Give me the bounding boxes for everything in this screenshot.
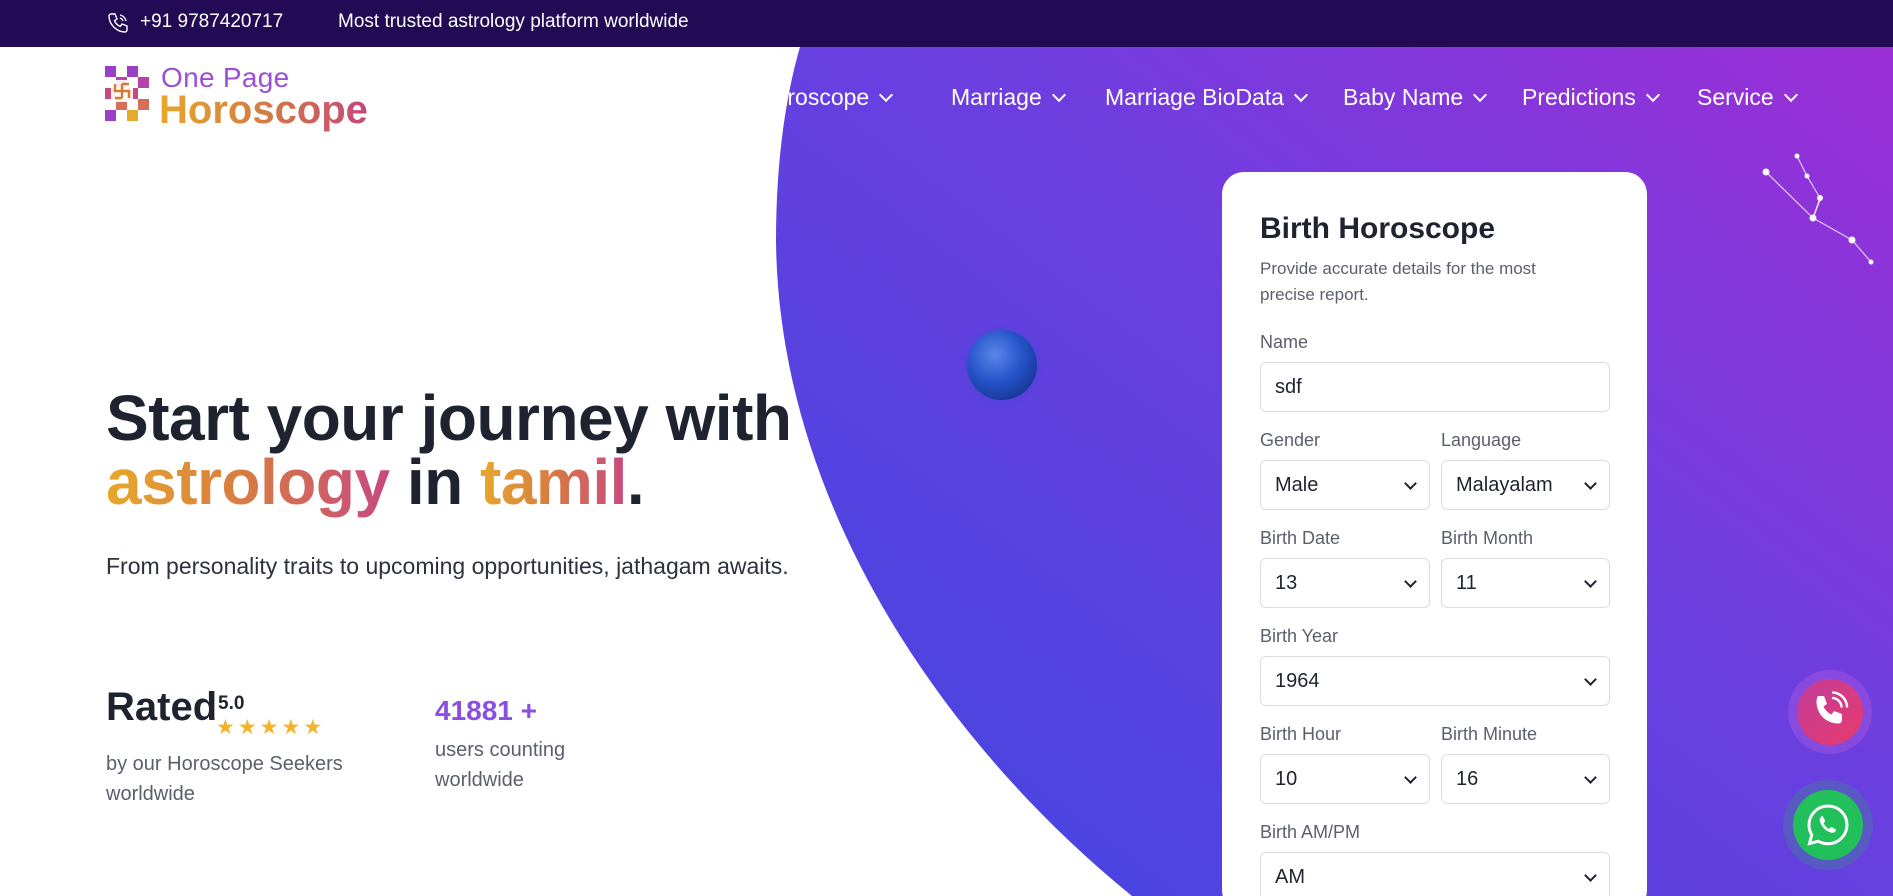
- users-count: 41881 +: [435, 695, 537, 726]
- birth-ampm-label: Birth AM/PM: [1260, 822, 1361, 842]
- form-title: Birth Horoscope: [1260, 212, 1496, 245]
- star-icon: ★: [259, 716, 279, 739]
- chevron-down-icon: [1584, 575, 1597, 588]
- tagline-text: Most trusted astrology platform worldwid…: [338, 11, 689, 32]
- star-icon: ★: [281, 716, 301, 739]
- birth-year-label: Birth Year: [1260, 626, 1339, 646]
- nav-label: Service: [1697, 84, 1774, 110]
- birth-hour-select[interactable]: 10: [1260, 754, 1430, 804]
- nav-item-marriage-biodata[interactable]: Marriage BioData: [1105, 84, 1309, 111]
- nav-label: Marriage: [951, 84, 1042, 110]
- nav-label: Baby Name: [1343, 84, 1464, 110]
- birth-date-select[interactable]: 13: [1260, 558, 1430, 608]
- rating-stars: ★ ★ ★ ★ ★: [216, 715, 325, 740]
- hero-highlight-tamil: tamil: [480, 446, 627, 518]
- form-subtitle: Provide accurate details for the most pr…: [1260, 259, 1536, 304]
- chevron-down-icon: [1051, 87, 1066, 103]
- chevron-down-icon: [1404, 477, 1417, 490]
- name-input-value: sdf: [1275, 376, 1302, 398]
- planet-image: [967, 330, 1037, 400]
- language-select-value: Malayalam: [1456, 474, 1553, 496]
- birth-horoscope-form: Birth Horoscope Provide accurate details…: [1222, 172, 1647, 896]
- hero-title: Start your journey with astrology in tam…: [106, 386, 792, 514]
- birth-ampm-select[interactable]: AM: [1260, 852, 1610, 896]
- rating-stat: Rated 5.0 ★ ★ ★ ★ ★ by our Horoscope Seekers…: [106, 685, 366, 805]
- call-button[interactable]: [1788, 670, 1872, 754]
- birth-month-label: Birth Month: [1441, 528, 1534, 548]
- chevron-down-icon: [1584, 673, 1597, 686]
- call-button-inner: [1797, 679, 1863, 745]
- constellation-decoration: [1762, 153, 1874, 265]
- birth-minute-select[interactable]: 16: [1441, 754, 1610, 804]
- language-select[interactable]: Malayalam: [1441, 460, 1610, 510]
- rating-value: 5.0: [218, 693, 245, 714]
- hero-title-middle: in: [389, 446, 480, 518]
- birth-year-value: 1964: [1275, 670, 1320, 692]
- phone-icon: [108, 13, 128, 33]
- gender-select[interactable]: Male: [1260, 460, 1430, 510]
- hero-title-line1: Start your journey with: [106, 382, 792, 454]
- nav-label: Horoscope: [770, 84, 870, 110]
- nav-item-marriage[interactable]: Marriage: [951, 84, 1066, 111]
- whatsapp-icon: [1807, 804, 1849, 846]
- birth-month-value: 11: [1456, 572, 1477, 594]
- phone-call-icon: [1816, 691, 1849, 724]
- nav-item-predictions[interactable]: Predictions: [1522, 84, 1660, 111]
- language-label: Language: [1441, 430, 1522, 450]
- gender-select-value: Male: [1275, 474, 1319, 496]
- whatsapp-button-inner: [1793, 790, 1863, 860]
- birth-date-label: Birth Date: [1260, 528, 1341, 548]
- birth-year-select[interactable]: 1964: [1260, 656, 1610, 706]
- nav-label: Predictions: [1522, 84, 1636, 110]
- hero-title-end: .: [626, 446, 645, 518]
- chevron-down-icon: [1473, 87, 1488, 103]
- whatsapp-button[interactable]: [1783, 780, 1873, 870]
- chevron-down-icon: [879, 87, 894, 103]
- birth-month-select[interactable]: 11: [1441, 558, 1610, 608]
- chevron-down-icon: [1404, 771, 1417, 784]
- nav-label: Marriage BioData: [1105, 84, 1284, 110]
- star-icon: ★: [216, 716, 235, 739]
- gender-label: Gender: [1260, 430, 1321, 450]
- name-input[interactable]: sdf: [1260, 362, 1610, 412]
- top-info-bar: +91 9787420717 Most trusted astrology pl…: [0, 0, 1893, 47]
- chevron-down-icon: [1584, 771, 1597, 784]
- birth-minute-label: Birth Minute: [1441, 724, 1538, 744]
- nav-item-service[interactable]: Service: [1697, 84, 1798, 111]
- birth-ampm-value: AM: [1275, 866, 1305, 888]
- chevron-down-icon: [1293, 87, 1309, 103]
- birth-hour-value: 10: [1275, 768, 1298, 790]
- main-navigation: Horoscope Marriage Marriage BioData Baby…: [0, 84, 1893, 116]
- star-icon: ★: [303, 716, 323, 739]
- chevron-down-icon: [1584, 477, 1597, 490]
- birth-hour-label: Birth Hour: [1260, 724, 1342, 744]
- users-stat: 41881 + users counting worldwide: [435, 695, 635, 795]
- users-description: users counting worldwide: [435, 739, 566, 791]
- chevron-down-icon: [1404, 575, 1417, 588]
- nav-item-baby-name[interactable]: Baby Name: [1343, 84, 1488, 111]
- rated-label: Rated: [106, 685, 218, 729]
- birth-minute-value: 16: [1456, 768, 1479, 790]
- hero-subtitle: From personality traits to upcoming oppo…: [106, 553, 789, 579]
- chevron-down-icon: [1645, 87, 1660, 103]
- rating-description: by our Horoscope Seekers worldwide: [106, 753, 343, 805]
- phone-number-link[interactable]: +91 9787420717: [140, 11, 283, 33]
- birth-date-value: 13: [1275, 572, 1298, 594]
- chevron-down-icon: [1783, 87, 1798, 103]
- chevron-down-icon: [1584, 869, 1597, 882]
- nav-item-horoscope[interactable]: Horoscope: [770, 84, 920, 111]
- star-icon: ★: [237, 716, 257, 739]
- name-label: Name: [1260, 332, 1309, 352]
- hero-highlight-astrology: astrology: [106, 446, 390, 518]
